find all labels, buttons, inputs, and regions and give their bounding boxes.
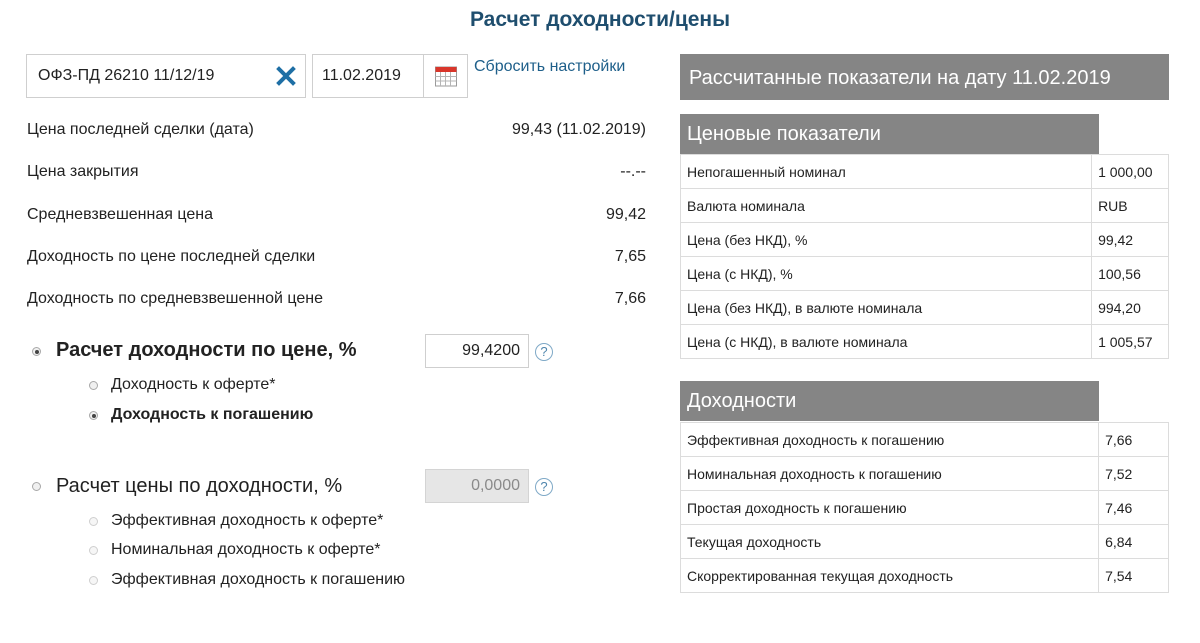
yield-section-title: Доходности: [680, 381, 1099, 421]
calc-by-price-label: Расчет доходности по цене, %: [56, 339, 357, 361]
yield-table: Эффективная доходность к погашению 7,66 …: [679, 422, 1169, 593]
info-value-weighted: 99,42: [605, 206, 646, 223]
table-row: Цена (с НКД), % 100,56: [679, 256, 1169, 291]
yield-row-value: 7,46: [1098, 490, 1169, 525]
price-table: Непогашенный номинал 1 000,00 Валюта ном…: [679, 154, 1169, 359]
table-row: Скорректированная текущая доходность 7,5…: [679, 558, 1169, 593]
yield-row-label: Скорректированная текущая доходность: [679, 558, 1100, 593]
price-row-label: Непогашенный номинал: [679, 154, 1093, 189]
yield-row-value: 7,54: [1098, 558, 1169, 593]
option-nom-yield-offer-label: Номинальная доходность к оферте*: [111, 541, 381, 558]
table-row: Номинальная доходность к погашению 7,52: [679, 456, 1169, 491]
yield-input[interactable]: 0,0000: [425, 469, 529, 503]
help-icon[interactable]: ?: [535, 478, 553, 496]
results-header: Рассчитанные показатели на дату 11.02.20…: [680, 54, 1169, 100]
option-eff-yield-offer-radio[interactable]: [89, 517, 98, 526]
table-row: Цена (без НКД), % 99,42: [679, 222, 1169, 257]
price-row-value: 1 005,57: [1091, 324, 1169, 359]
price-row-label: Цена (с НКД), %: [679, 256, 1093, 291]
yield-row-value: 7,66: [1098, 422, 1169, 457]
price-row-label: Цена (без НКД), %: [679, 222, 1093, 257]
price-row-label: Валюта номинала: [679, 188, 1093, 223]
calendar-icon[interactable]: [434, 64, 458, 88]
option-yield-to-maturity-label: Доходность к погашению: [111, 406, 314, 423]
option-yield-to-offer-label: Доходность к оферте*: [111, 376, 276, 393]
option-yield-to-offer-radio[interactable]: [89, 381, 98, 390]
table-row: Простая доходность к погашению 7,46: [679, 490, 1169, 525]
table-row: Цена (без НКД), в валюте номинала 994,20: [679, 290, 1169, 325]
date-field[interactable]: 11.02.2019: [312, 54, 468, 98]
info-label-weighted: Средневзвешенная цена: [27, 206, 213, 223]
security-select[interactable]: ОФЗ-ПД 26210 11/12/19: [26, 54, 306, 98]
table-row: Цена (с НКД), в валюте номинала 1 005,57: [679, 324, 1169, 359]
help-icon[interactable]: ?: [535, 343, 553, 361]
option-eff-yield-maturity-radio[interactable]: [89, 576, 98, 585]
info-label-yield-last: Доходность по цене последней сделки: [27, 248, 316, 265]
close-x-icon[interactable]: [275, 63, 297, 89]
info-value-yield-last: 7,65: [614, 248, 646, 265]
price-row-value: RUB: [1091, 188, 1169, 223]
yield-row-value: 7,52: [1098, 456, 1169, 491]
calc-by-yield-label: Расчет цены по доходности, %: [56, 475, 343, 497]
price-row-value: 994,20: [1091, 290, 1169, 325]
yield-row-label: Текущая доходность: [679, 524, 1100, 559]
yield-row-label: Номинальная доходность к погашению: [679, 456, 1100, 491]
price-row-value: 1 000,00: [1091, 154, 1169, 189]
security-value: ОФЗ-ПД 26210 11/12/19: [38, 67, 215, 84]
price-row-value: 99,42: [1091, 222, 1169, 257]
yield-row-label: Эффективная доходность к погашению: [679, 422, 1100, 457]
info-label-yield-weighted: Доходность по средневзвешенной цене: [27, 290, 323, 307]
option-eff-yield-maturity-label: Эффективная доходность к погашению: [111, 571, 406, 588]
calc-by-yield-radio[interactable]: [32, 482, 41, 491]
reset-settings-link[interactable]: Сбросить настройки: [474, 58, 625, 76]
page-title: Расчет доходности/цены: [469, 8, 731, 31]
info-label-close: Цена закрытия: [27, 163, 139, 180]
table-row: Текущая доходность 6,84: [679, 524, 1169, 559]
table-row: Валюта номинала RUB: [679, 188, 1169, 223]
price-row-label: Цена (без НКД), в валюте номинала: [679, 290, 1093, 325]
option-nom-yield-offer-radio[interactable]: [89, 546, 98, 555]
table-row: Непогашенный номинал 1 000,00: [679, 154, 1169, 189]
calc-by-price-radio[interactable]: [32, 347, 41, 356]
price-row-label: Цена (с НКД), в валюте номинала: [679, 324, 1093, 359]
table-row: Эффективная доходность к погашению 7,66: [679, 422, 1169, 457]
yield-row-label: Простая доходность к погашению: [679, 490, 1100, 525]
info-value-yield-weighted: 7,66: [614, 290, 646, 307]
yield-row-value: 6,84: [1098, 524, 1169, 559]
info-value-last-trade: 99,43 (11.02.2019): [511, 121, 646, 138]
price-section-title: Ценовые показатели: [680, 114, 1099, 154]
date-divider: [423, 55, 424, 97]
option-yield-to-maturity-radio[interactable]: [89, 411, 98, 420]
price-input[interactable]: 99,4200: [425, 334, 529, 368]
date-value: 11.02.2019: [322, 67, 401, 84]
info-label-last-trade: Цена последней сделки (дата): [27, 121, 254, 138]
option-eff-yield-offer-label: Эффективная доходность к оферте*: [111, 512, 384, 529]
price-row-value: 100,56: [1091, 256, 1169, 291]
info-value-close: --.--: [620, 163, 646, 180]
